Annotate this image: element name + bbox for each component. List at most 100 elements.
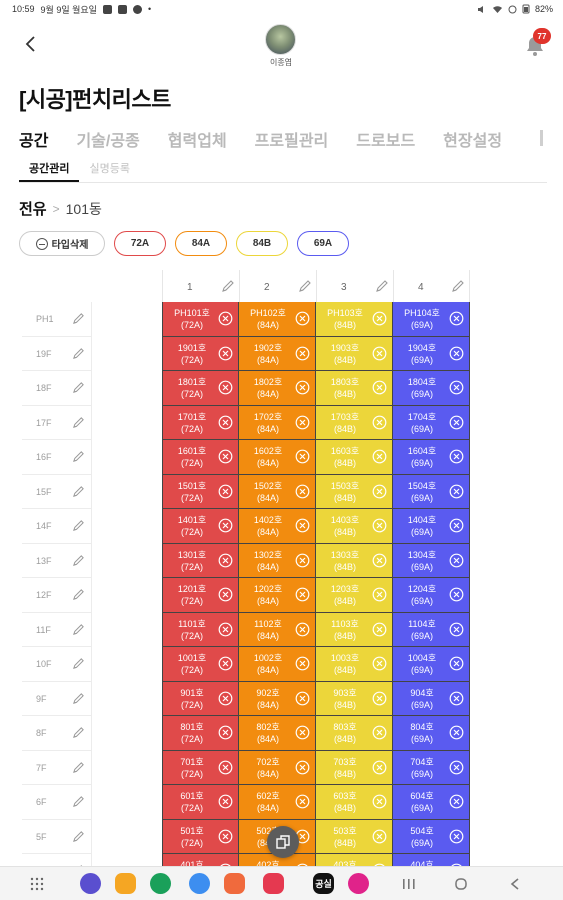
remove-unit-circle-x-icon[interactable] (449, 380, 464, 395)
remove-unit-circle-x-icon[interactable] (449, 484, 464, 499)
remove-unit-circle-x-icon[interactable] (372, 725, 387, 740)
type-chip-84b[interactable]: 84B (236, 231, 288, 256)
unit-cell[interactable]: 1704호 (69A) (393, 405, 470, 440)
unit-cell[interactable]: 1604호 (69A) (393, 440, 470, 475)
unit-cell[interactable]: 1603호 (84B) (316, 440, 393, 475)
remove-unit-circle-x-icon[interactable] (449, 656, 464, 671)
remove-unit-circle-x-icon[interactable] (218, 380, 233, 395)
remove-unit-circle-x-icon[interactable] (295, 760, 310, 775)
remove-unit-circle-x-icon[interactable] (449, 725, 464, 740)
unit-cell[interactable]: PH101호 (72A) (162, 302, 239, 337)
edit-floor-pencil-icon[interactable] (72, 485, 85, 498)
edit-column-pencil-icon[interactable] (298, 279, 312, 293)
unit-cell[interactable]: PH103호 (84B) (316, 302, 393, 337)
remove-unit-circle-x-icon[interactable] (218, 794, 233, 809)
remove-unit-circle-x-icon[interactable] (372, 553, 387, 568)
edit-floor-pencil-icon[interactable] (72, 795, 85, 808)
edit-column-pencil-icon[interactable] (221, 279, 235, 293)
unit-cell[interactable]: 801호 (72A) (162, 716, 239, 751)
remove-unit-circle-x-icon[interactable] (218, 449, 233, 464)
remove-unit-circle-x-icon[interactable] (295, 346, 310, 361)
unit-cell[interactable]: 1904호 (69A) (393, 336, 470, 371)
remove-unit-circle-x-icon[interactable] (449, 691, 464, 706)
app-drawer-icon[interactable] (30, 877, 44, 891)
flower-app-app-icon[interactable] (348, 873, 369, 894)
remove-unit-circle-x-icon[interactable] (372, 346, 387, 361)
remove-unit-circle-x-icon[interactable] (295, 691, 310, 706)
samsung-internet-app-icon[interactable] (80, 873, 101, 894)
edit-floor-pencil-icon[interactable] (72, 726, 85, 739)
unit-cell[interactable]: 803호 (84B) (316, 716, 393, 751)
remove-unit-circle-x-icon[interactable] (372, 760, 387, 775)
unit-cell[interactable]: 1804호 (69A) (393, 371, 470, 406)
remove-unit-circle-x-icon[interactable] (295, 484, 310, 499)
remove-unit-circle-x-icon[interactable] (295, 415, 310, 430)
remove-unit-circle-x-icon[interactable] (218, 415, 233, 430)
edit-floor-pencil-icon[interactable] (72, 347, 85, 360)
unit-cell[interactable]: 1702호 (84A) (239, 405, 316, 440)
remove-unit-circle-x-icon[interactable] (449, 829, 464, 844)
remove-unit-circle-x-icon[interactable] (449, 760, 464, 775)
unit-cell[interactable]: 1001호 (72A) (162, 647, 239, 682)
remove-unit-circle-x-icon[interactable] (295, 380, 310, 395)
unit-cell[interactable]: 1601호 (72A) (162, 440, 239, 475)
unit-cell[interactable]: 902호 (84A) (239, 681, 316, 716)
remove-unit-circle-x-icon[interactable] (372, 829, 387, 844)
remove-unit-circle-x-icon[interactable] (372, 691, 387, 706)
remove-unit-circle-x-icon[interactable] (449, 449, 464, 464)
tab-drawboard[interactable]: 드로보드 (356, 127, 415, 151)
unit-cell[interactable]: 904호 (69A) (393, 681, 470, 716)
type-chip-84a[interactable]: 84A (175, 231, 227, 256)
remove-unit-circle-x-icon[interactable] (295, 725, 310, 740)
unit-cell[interactable]: 1701호 (72A) (162, 405, 239, 440)
unit-cell[interactable]: 1201호 (72A) (162, 578, 239, 613)
unit-cell[interactable]: 1004호 (69A) (393, 647, 470, 682)
remove-unit-circle-x-icon[interactable] (372, 449, 387, 464)
tab-space[interactable]: 공간 (19, 127, 48, 151)
unit-cell[interactable]: 1003호 (84B) (316, 647, 393, 682)
unit-cell[interactable]: 1903호 (84B) (316, 336, 393, 371)
remove-unit-circle-x-icon[interactable] (449, 311, 464, 326)
unit-cell[interactable]: 1204호 (69A) (393, 578, 470, 613)
unit-cell[interactable]: 1504호 (69A) (393, 474, 470, 509)
edit-column-pencil-icon[interactable] (375, 279, 389, 293)
unit-cell[interactable]: 501호 (72A) (162, 819, 239, 854)
delete-type-button[interactable]: 타입삭제 (19, 231, 105, 256)
remove-unit-circle-x-icon[interactable] (372, 484, 387, 499)
unit-cell[interactable]: 701호 (72A) (162, 750, 239, 785)
unit-cell[interactable]: 1304호 (69A) (393, 543, 470, 578)
remove-unit-circle-x-icon[interactable] (295, 794, 310, 809)
unit-cell[interactable]: 1802호 (84A) (239, 371, 316, 406)
subtab-space-management[interactable]: 공간관리 (19, 156, 80, 182)
tab-partner[interactable]: 협력업체 (168, 127, 227, 151)
remove-unit-circle-x-icon[interactable] (449, 415, 464, 430)
remove-unit-circle-x-icon[interactable] (218, 760, 233, 775)
unit-cell[interactable]: 1803호 (84B) (316, 371, 393, 406)
unit-cell[interactable]: 1103호 (84B) (316, 612, 393, 647)
unit-cell[interactable]: 704호 (69A) (393, 750, 470, 785)
unit-cell[interactable]: 604호 (69A) (393, 785, 470, 820)
remove-unit-circle-x-icon[interactable] (372, 656, 387, 671)
unit-cell[interactable]: 1101호 (72A) (162, 612, 239, 647)
back-chevron-left-icon[interactable] (20, 33, 42, 55)
remove-unit-circle-x-icon[interactable] (372, 518, 387, 533)
remove-unit-circle-x-icon[interactable] (218, 346, 233, 361)
phone-app-icon[interactable] (150, 873, 171, 894)
unit-cell[interactable]: 702호 (84A) (239, 750, 316, 785)
edit-floor-pencil-icon[interactable] (72, 830, 85, 843)
unit-cell[interactable]: 1203호 (84B) (316, 578, 393, 613)
unit-cell[interactable]: 1302호 (84A) (239, 543, 316, 578)
unit-cell[interactable]: PH104호 (69A) (393, 302, 470, 337)
edit-floor-pencil-icon[interactable] (72, 623, 85, 636)
tab-profile[interactable]: 프로필관리 (255, 127, 329, 151)
remove-unit-circle-x-icon[interactable] (218, 725, 233, 740)
remove-unit-circle-x-icon[interactable] (295, 622, 310, 637)
unit-cell[interactable]: 1503호 (84B) (316, 474, 393, 509)
remove-unit-circle-x-icon[interactable] (295, 449, 310, 464)
remove-unit-circle-x-icon[interactable] (295, 518, 310, 533)
edit-column-pencil-icon[interactable] (451, 279, 465, 293)
unit-cell[interactable]: 1502호 (84A) (239, 474, 316, 509)
remove-unit-circle-x-icon[interactable] (449, 518, 464, 533)
unit-cell[interactable]: 1002호 (84A) (239, 647, 316, 682)
unit-cell[interactable]: 903호 (84B) (316, 681, 393, 716)
